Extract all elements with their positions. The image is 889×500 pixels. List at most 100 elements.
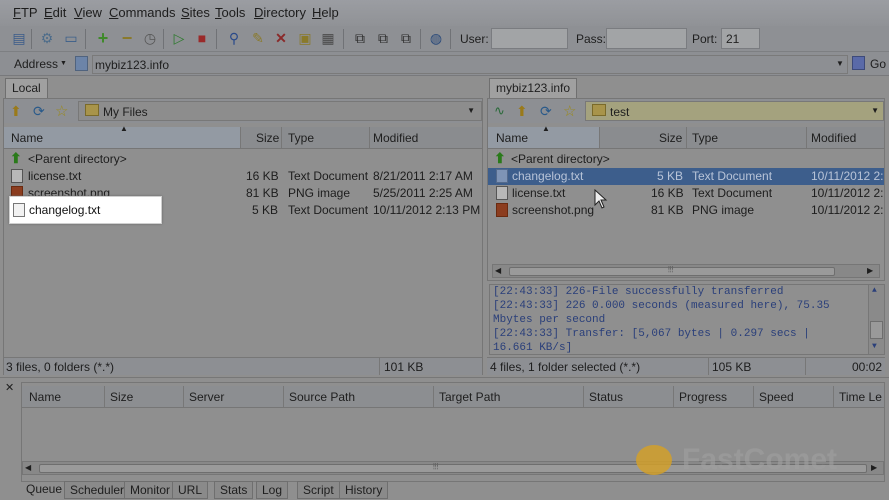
user-input[interactable] bbox=[491, 28, 568, 49]
tab-log[interactable]: Log bbox=[256, 481, 289, 499]
scroll-right-icon[interactable]: ▶ bbox=[867, 266, 873, 275]
start-queue-icon[interactable]: ▷ bbox=[170, 29, 188, 47]
local-path-combo[interactable]: My Files ▼ bbox=[78, 101, 482, 121]
port-input[interactable]: 21 bbox=[721, 28, 760, 49]
table-row[interactable]: screenshot.png 81 KB PNG image 10/11/201… bbox=[488, 202, 884, 219]
close-icon[interactable]: ✕ bbox=[5, 381, 14, 394]
tab-monitor[interactable]: Monitor bbox=[124, 481, 177, 499]
column-type[interactable]: Type bbox=[692, 131, 718, 145]
delete-icon[interactable]: ✕ bbox=[272, 29, 290, 47]
tab-url[interactable]: URL bbox=[172, 481, 209, 499]
scroll-left-icon[interactable]: ◀ bbox=[25, 463, 31, 472]
column-speed[interactable]: Speed bbox=[759, 390, 794, 404]
tab-history[interactable]: History bbox=[339, 481, 389, 499]
pass-input[interactable] bbox=[606, 28, 687, 49]
tab-local[interactable]: Local bbox=[5, 78, 48, 98]
column-size[interactable]: Size bbox=[110, 390, 133, 404]
scroll-up-icon[interactable]: ▲ bbox=[872, 286, 877, 295]
scrollbar-thumb[interactable] bbox=[870, 321, 883, 339]
column-status[interactable]: Status bbox=[589, 390, 623, 404]
settings-icon[interactable]: ⚙ bbox=[38, 29, 56, 47]
folder-icon bbox=[85, 104, 99, 116]
column-name[interactable]: Name bbox=[11, 131, 43, 145]
column-divider bbox=[283, 386, 284, 407]
chevron-down-icon[interactable]: ▼ bbox=[60, 60, 67, 67]
favorites-icon[interactable]: ☆ bbox=[563, 102, 576, 120]
file-modified: 8/21/2011 2:17 AM bbox=[373, 169, 473, 183]
column-time-left[interactable]: Time Le bbox=[839, 390, 882, 404]
tab-remote[interactable]: mybiz123.info bbox=[489, 78, 578, 98]
column-modified[interactable]: Modified bbox=[373, 131, 418, 145]
menu-sites[interactable]: Sites bbox=[181, 5, 210, 20]
log-panel[interactable]: [22:43:33] 226-File successfully transfe… bbox=[489, 284, 885, 355]
folder-up-icon[interactable]: ⬆ bbox=[516, 103, 528, 120]
tab-scheduler[interactable]: Scheduler bbox=[64, 481, 131, 499]
globe-icon[interactable]: ◍ bbox=[427, 29, 445, 47]
column-name[interactable]: Name bbox=[29, 390, 61, 404]
local-status-text: 3 files, 0 folders (*.*) bbox=[6, 360, 115, 374]
window-icon[interactable]: ▭ bbox=[62, 29, 80, 47]
chevron-down-icon[interactable]: ▼ bbox=[871, 106, 879, 115]
port-label: Port: bbox=[692, 32, 718, 46]
address-input[interactable]: mybiz123.info bbox=[92, 55, 848, 74]
rename-icon[interactable]: ✎ bbox=[249, 29, 267, 47]
binoculars-icon[interactable]: ⧉ bbox=[351, 29, 369, 47]
table-row[interactable]: license.txt 16 KB Text Document 10/11/20… bbox=[488, 185, 884, 202]
go-icon[interactable] bbox=[852, 56, 865, 70]
menu-directory[interactable]: Directory bbox=[254, 5, 306, 20]
refresh-icon[interactable]: ⟳ bbox=[33, 103, 45, 120]
column-size[interactable]: Size bbox=[659, 131, 682, 145]
go-button[interactable]: Go bbox=[870, 57, 886, 71]
grip-icon: ⦙⦙⦙ bbox=[668, 265, 674, 274]
stop-queue-icon[interactable]: ■ bbox=[193, 29, 211, 47]
watermark-text: FastComet bbox=[682, 443, 838, 476]
disconnect-icon[interactable]: − bbox=[118, 28, 136, 48]
favorites-icon[interactable]: ☆ bbox=[55, 102, 68, 120]
table-row-selected[interactable]: changelog.txt 5 KB Text Document 10/11/2… bbox=[488, 168, 884, 185]
folder-up-icon[interactable]: ⬆ bbox=[10, 103, 22, 120]
reconnect-icon[interactable]: ◷ bbox=[141, 29, 159, 47]
scroll-down-icon[interactable]: ▼ bbox=[872, 342, 877, 351]
new-folder-icon[interactable]: ▣ bbox=[296, 29, 314, 47]
scroll-left-icon[interactable]: ◀ bbox=[495, 266, 501, 275]
address-label[interactable]: Address bbox=[14, 57, 58, 71]
column-target-path[interactable]: Target Path bbox=[439, 390, 500, 404]
chevron-down-icon[interactable]: ▼ bbox=[467, 106, 475, 115]
table-row[interactable]: license.txt 16 KB Text Document 8/21/201… bbox=[4, 168, 482, 185]
log-vertical-scrollbar[interactable]: ▲ ▼ bbox=[868, 285, 884, 354]
drag-highlight-row[interactable]: changelog.txt bbox=[9, 196, 162, 224]
column-progress[interactable]: Progress bbox=[679, 390, 727, 404]
splitter[interactable] bbox=[0, 377, 889, 378]
remote-path-combo[interactable]: test ▼ bbox=[585, 101, 884, 121]
tab-stats[interactable]: Stats bbox=[214, 481, 254, 499]
column-modified[interactable]: Modified bbox=[811, 131, 856, 145]
refresh-icon[interactable]: ⟳ bbox=[540, 103, 552, 120]
parent-directory-row[interactable]: ⬆ <Parent directory> bbox=[4, 150, 482, 168]
parent-directory-row[interactable]: ⬆ <Parent directory> bbox=[488, 150, 884, 168]
menu-view[interactable]: View bbox=[74, 5, 102, 20]
transfer-mode-icon[interactable]: ∿ bbox=[494, 103, 505, 119]
tab-queue[interactable]: Queue bbox=[21, 481, 67, 499]
column-type[interactable]: Type bbox=[288, 131, 314, 145]
chevron-down-icon[interactable]: ▼ bbox=[836, 59, 844, 68]
column-name[interactable]: Name bbox=[496, 131, 528, 145]
column-size[interactable]: Size bbox=[256, 131, 279, 145]
scroll-right-icon[interactable]: ▶ bbox=[871, 463, 877, 472]
menu-edit[interactable]: Edit bbox=[44, 5, 66, 20]
site-manager-icon[interactable]: ▤ bbox=[10, 29, 28, 47]
file-type: Text Document bbox=[692, 169, 773, 183]
tab-script[interactable]: Script bbox=[297, 481, 340, 499]
menu-commands[interactable]: Commands bbox=[109, 5, 175, 20]
search-icon[interactable]: ⚲ bbox=[225, 29, 243, 47]
column-server[interactable]: Server bbox=[189, 390, 224, 404]
binoculars-left-icon[interactable]: ⧉ bbox=[374, 29, 392, 47]
remote-status-time: 00:02 bbox=[852, 360, 883, 374]
column-source-path[interactable]: Source Path bbox=[289, 390, 355, 404]
remote-horizontal-scrollbar[interactable]: ◀ ⦙⦙⦙ ▶ bbox=[492, 264, 880, 278]
properties-icon[interactable]: ▦ bbox=[319, 29, 337, 47]
connect-icon[interactable]: + bbox=[94, 28, 112, 48]
menu-ftp[interactable]: FTP bbox=[13, 5, 38, 20]
menu-help[interactable]: Help bbox=[312, 5, 339, 20]
menu-tools[interactable]: Tools bbox=[215, 5, 245, 20]
binoculars-right-icon[interactable]: ⧉ bbox=[397, 29, 415, 47]
